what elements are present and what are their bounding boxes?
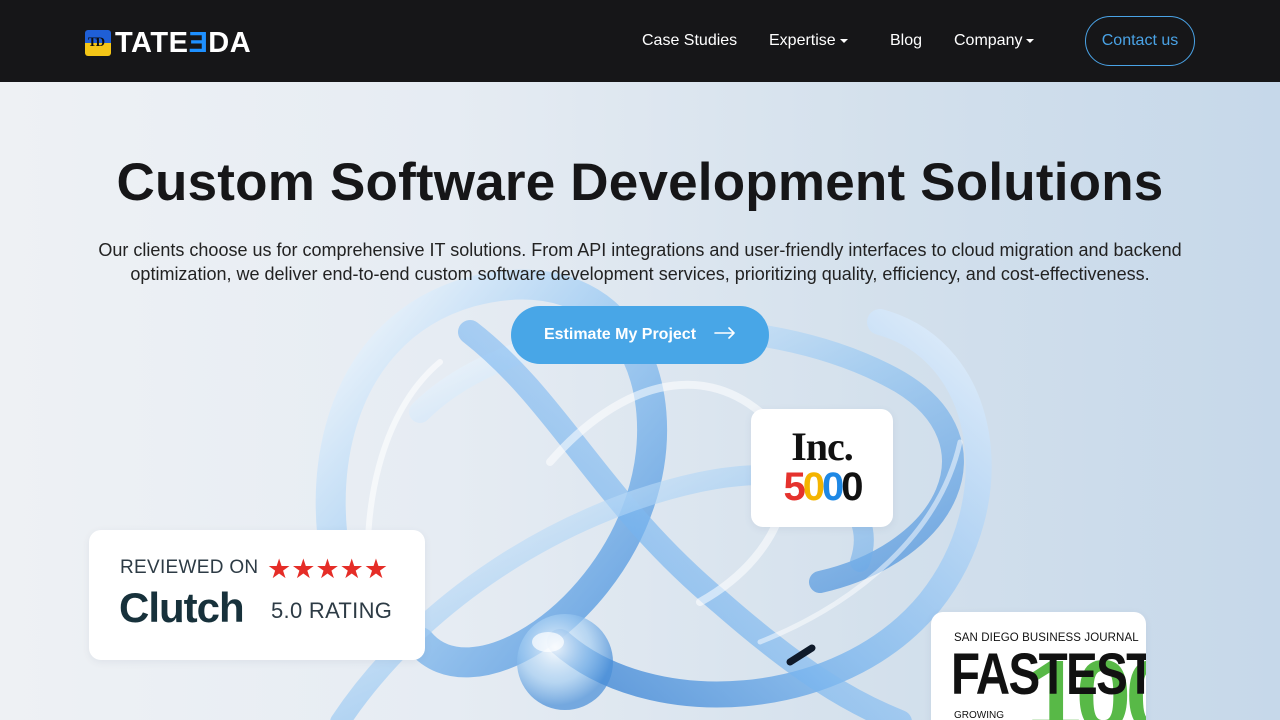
nav-label: Blog <box>890 32 923 49</box>
fastest-wordmark: FASTEST <box>951 642 1146 707</box>
reviewed-on-label: REVIEWED ON <box>120 557 259 578</box>
nav-label: Case Studies <box>642 32 738 49</box>
nav-label: Company <box>954 32 1023 49</box>
inc5000-badge[interactable]: Inc. 5000 <box>751 409 893 527</box>
logo[interactable]: TD TATEEDA <box>85 27 252 59</box>
caret-down-icon <box>839 39 848 43</box>
nav-blog[interactable]: Blog <box>890 31 922 51</box>
site-header: TD TATEEDA Case Studies Expertise Blog C… <box>0 0 1280 82</box>
clutch-rating-text: 5.0 RATING <box>271 598 393 623</box>
inc-wordmark: Inc. <box>791 424 854 469</box>
hero-title: Custom Software Development Solutions <box>116 153 1164 212</box>
five-stars-icon: ★★★★★ <box>267 554 389 584</box>
fastest-growing-badge[interactable]: 100 SAN DIEGO BUSINESS JOURNAL FASTEST G… <box>931 612 1146 720</box>
nav-company[interactable]: Company <box>954 31 1035 51</box>
logo-mark-icon: TD <box>85 30 111 56</box>
logo-text: TATEEDA <box>115 27 252 59</box>
inc-number: 5000 <box>783 465 864 509</box>
nav-case-studies[interactable]: Case Studies <box>642 31 737 51</box>
contact-us-button[interactable]: Contact us <box>1085 16 1195 66</box>
hero-subtitle: Our clients choose us for comprehensive … <box>98 240 1182 284</box>
nav-expertise[interactable]: Expertise <box>769 31 848 51</box>
clutch-rating-badge[interactable]: REVIEWED ON ★★★★★ Clutch 5.0 RATING <box>89 530 425 660</box>
growing-label: GROWING <box>954 710 1004 720</box>
estimate-project-button[interactable]: Estimate My Project <box>511 306 769 364</box>
hero-section: Custom Software Development Solutions Ou… <box>0 82 1280 720</box>
arrow-right-icon <box>714 326 736 344</box>
clutch-logo: Clutch <box>119 584 245 631</box>
caret-down-icon <box>1026 39 1035 43</box>
nav-label: Expertise <box>769 32 836 49</box>
